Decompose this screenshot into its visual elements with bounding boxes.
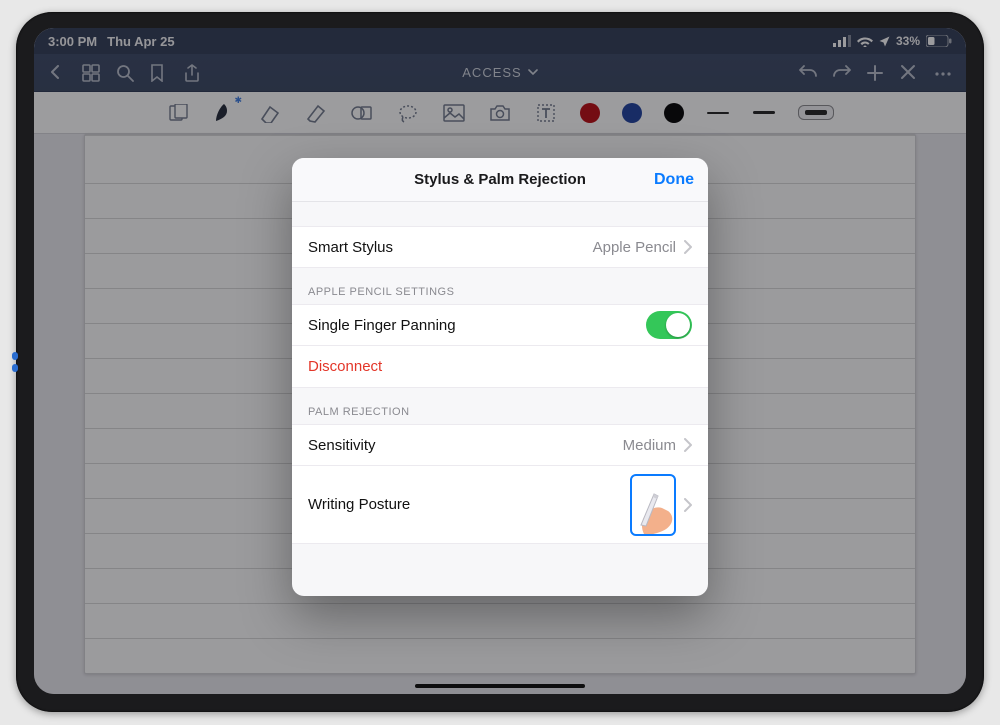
writing-posture-row[interactable]: Writing Posture	[292, 466, 708, 544]
sensitivity-row[interactable]: Sensitivity Medium	[292, 424, 708, 466]
smart-stylus-row[interactable]: Smart Stylus Apple Pencil	[292, 226, 708, 268]
sheet-title: Stylus & Palm Rejection	[414, 171, 586, 188]
sensitivity-label: Sensitivity	[308, 437, 623, 454]
section-apple-pencil: APPLE PENCIL SETTINGS	[292, 268, 708, 304]
sheet-header: Stylus & Palm Rejection Done	[292, 158, 708, 202]
disconnect-row[interactable]: Disconnect	[292, 346, 708, 388]
ipad-device-frame: 3:00 PM Thu Apr 25 33%	[16, 12, 984, 712]
panning-toggle-on[interactable]	[646, 311, 692, 339]
panning-label: Single Finger Panning	[308, 317, 646, 334]
home-indicator[interactable]	[415, 684, 585, 688]
smart-stylus-label: Smart Stylus	[308, 239, 593, 256]
section-palm-rejection: PALM REJECTION	[292, 388, 708, 424]
smart-stylus-value: Apple Pencil	[593, 239, 676, 256]
volume-indicator-dot	[12, 364, 18, 372]
chevron-right-icon	[684, 438, 692, 452]
chevron-right-icon	[684, 240, 692, 254]
screen: 3:00 PM Thu Apr 25 33%	[34, 28, 966, 694]
posture-label: Writing Posture	[308, 496, 630, 513]
disconnect-label: Disconnect	[308, 358, 692, 375]
stylus-settings-sheet: Stylus & Palm Rejection Done Smart Stylu…	[292, 158, 708, 596]
posture-thumbnail	[630, 474, 676, 536]
done-button[interactable]: Done	[654, 158, 694, 202]
chevron-right-icon	[684, 498, 692, 512]
single-finger-panning-row[interactable]: Single Finger Panning	[292, 304, 708, 346]
volume-indicator-dot	[12, 352, 18, 360]
sensitivity-value: Medium	[623, 437, 676, 454]
